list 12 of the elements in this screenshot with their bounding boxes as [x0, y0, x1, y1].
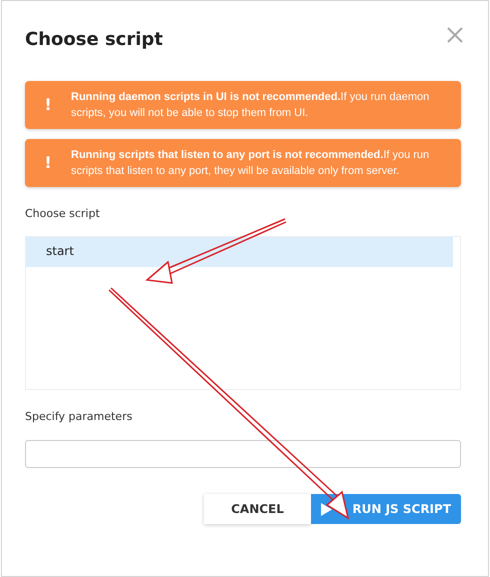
cancel-button[interactable]: CANCEL — [204, 494, 311, 524]
warning-text: Running scripts that listen to any port is not recommended.If you run scripts that listen to any port, they will be available only from server. — [71, 148, 430, 179]
script-list-item[interactable]: start — [26, 237, 453, 267]
parameters-input-field[interactable] — [25, 440, 461, 468]
warning-icon: ! — [25, 97, 71, 113]
warning-icon: ! — [25, 155, 71, 171]
dialog-title: Choose script — [25, 28, 163, 50]
field-label: Choose script — [25, 207, 101, 220]
warning-text: Running daemon scripts in UI is not recommended.If you run daemon scripts, you will not be able to stop them from UI. — [71, 90, 430, 121]
field-label: Specify parameters — [25, 410, 134, 423]
close-icon[interactable] — [447, 27, 463, 43]
play-icon — [321, 502, 332, 516]
